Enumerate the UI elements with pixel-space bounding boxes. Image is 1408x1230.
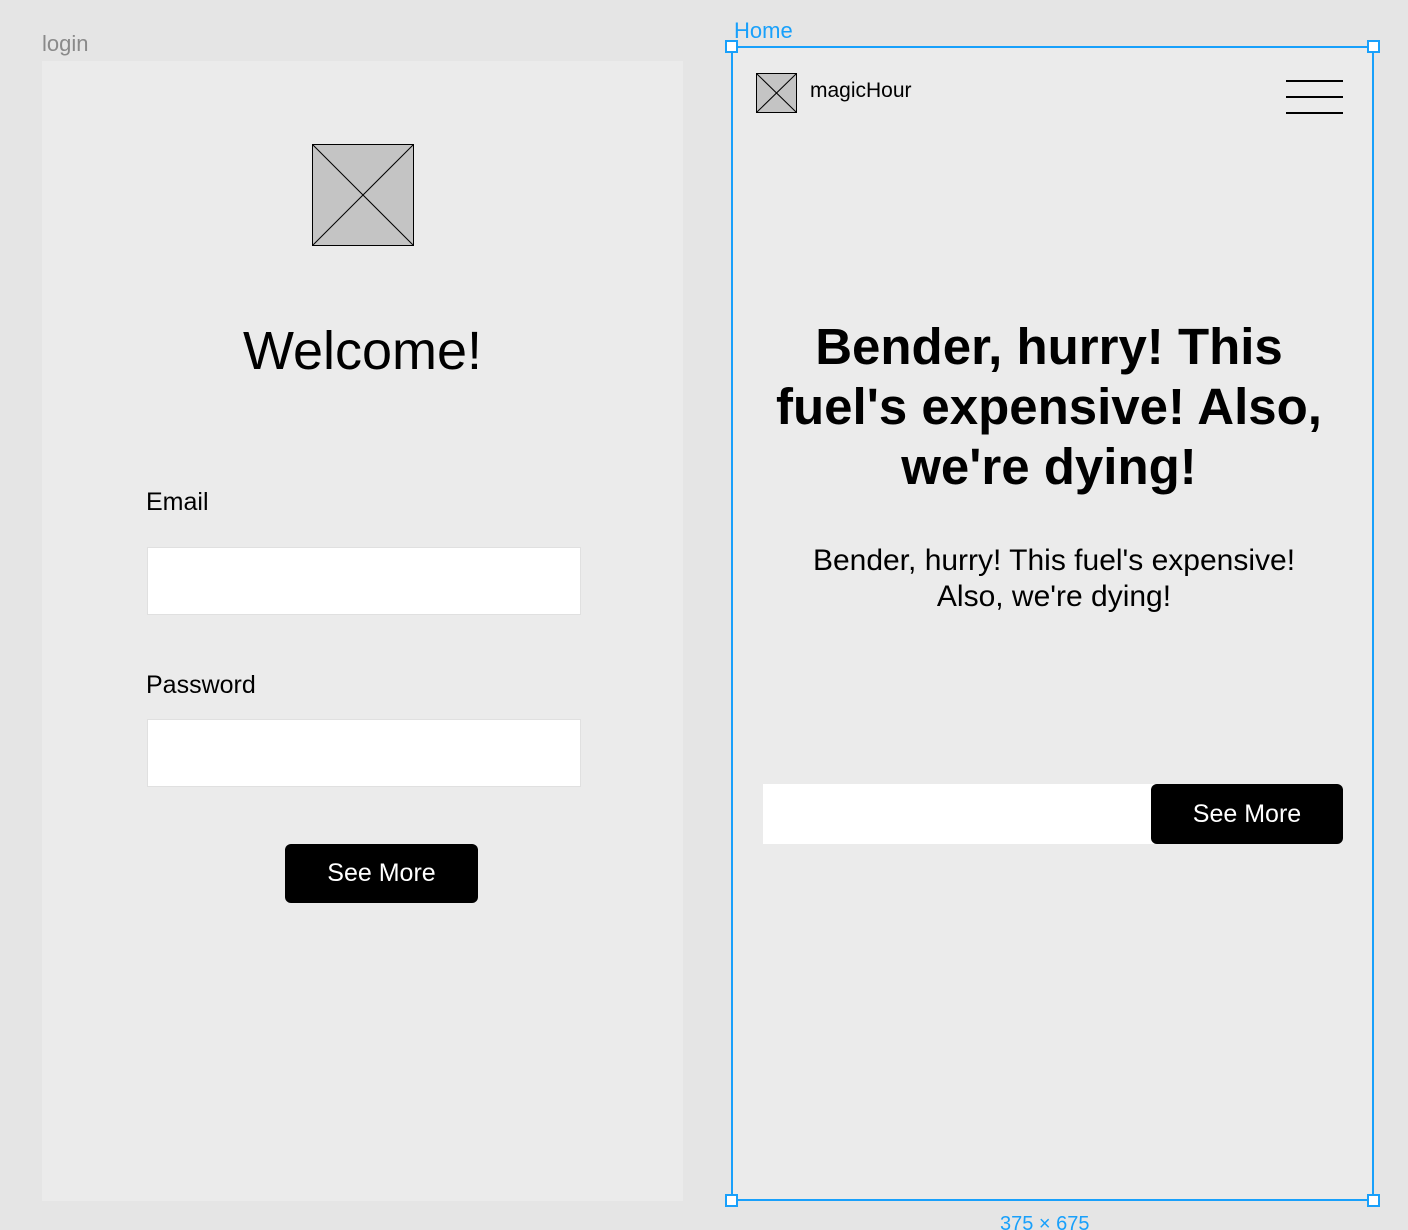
- design-canvas[interactable]: login Welcome! Email Password See More H…: [0, 0, 1408, 1230]
- brand-name: magicHour: [810, 79, 912, 102]
- resize-handle-top-right[interactable]: [1367, 40, 1380, 53]
- frame-label-home[interactable]: Home: [734, 18, 793, 44]
- frame-size-readout: 375 × 675: [1000, 1213, 1090, 1230]
- resize-handle-bottom-right[interactable]: [1367, 1194, 1380, 1207]
- password-label: Password: [146, 671, 256, 699]
- password-field[interactable]: [147, 719, 581, 787]
- hamburger-menu-icon[interactable]: [1286, 80, 1343, 114]
- cta-input[interactable]: [763, 784, 1155, 844]
- resize-handle-top-left[interactable]: [725, 40, 738, 53]
- hero-subtitle: Bender, hurry! This fuel's expensive! Al…: [812, 544, 1296, 613]
- logo-placeholder-icon: [756, 73, 797, 113]
- login-frame[interactable]: Welcome! Email Password See More: [42, 61, 683, 1201]
- email-field[interactable]: [147, 547, 581, 615]
- image-placeholder-icon: [312, 144, 414, 246]
- home-frame[interactable]: magicHour Bender, hurry! This fuel's exp…: [732, 47, 1374, 1201]
- frame-label-login[interactable]: login: [42, 31, 88, 57]
- resize-handle-bottom-left[interactable]: [725, 1194, 738, 1207]
- see-more-button[interactable]: See More: [285, 844, 478, 903]
- see-more-button[interactable]: See More: [1151, 784, 1343, 844]
- welcome-heading: Welcome!: [242, 321, 483, 381]
- hero-title: Bender, hurry! This fuel's expensive! Al…: [776, 318, 1322, 495]
- email-label: Email: [146, 488, 209, 516]
